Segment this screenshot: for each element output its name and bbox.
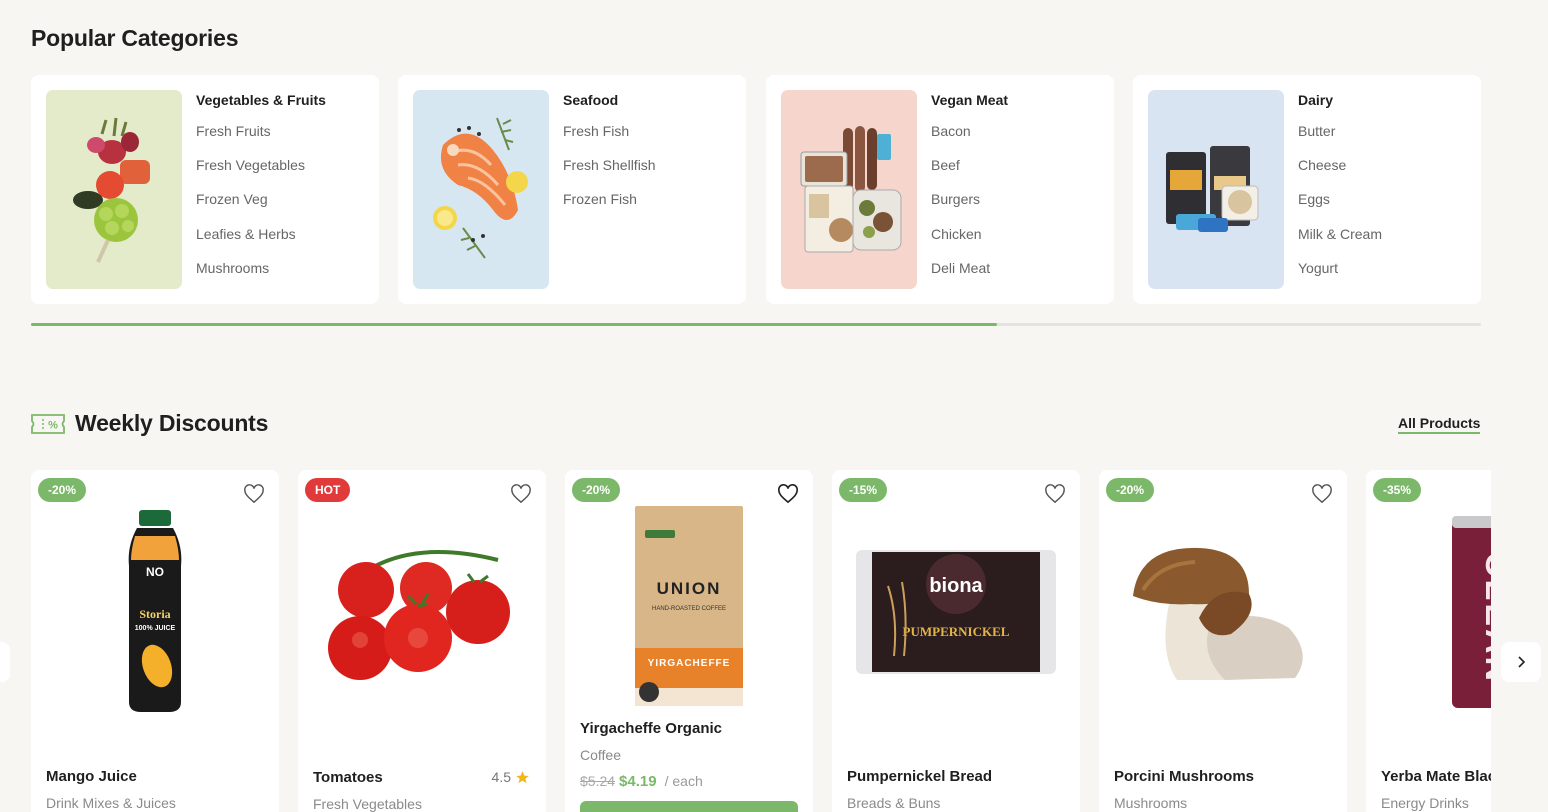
- product-name[interactable]: Pumpernickel Bread: [847, 768, 992, 785]
- tomatoes-image[interactable]: [298, 530, 546, 700]
- subcategory-link[interactable]: Frozen Fish: [563, 191, 656, 225]
- carousel-prev-button[interactable]: [0, 642, 10, 682]
- product-card-mango-juice[interactable]: -20% NO Storia 100% JUICE Mango Juice Dr…: [31, 470, 279, 812]
- subcategory-link[interactable]: Fresh Vegetables: [196, 157, 305, 191]
- chevron-right-icon: [1518, 656, 1526, 668]
- coffee-sub-text: HAND-ROASTED COFFEE: [652, 606, 726, 612]
- product-category: Fresh Vegetables: [313, 796, 422, 812]
- category-name[interactable]: Vegan Meat: [931, 92, 1008, 108]
- subcategory-link[interactable]: Fresh Fish: [563, 123, 656, 157]
- juice-tag-text: 100% JUICE: [135, 625, 176, 632]
- new-price: $4.19: [619, 773, 657, 790]
- subcategory-link[interactable]: Chicken: [931, 226, 990, 260]
- category-card-seafood[interactable]: Seafood Fresh Fish Fresh Shellfish Froze…: [398, 75, 746, 304]
- coffee-bag-image[interactable]: UNION HAND-ROASTED COFFEE YIRGACHEFFE: [565, 504, 813, 706]
- product-name[interactable]: Mango Juice: [46, 768, 137, 785]
- porcini-mushrooms-image[interactable]: [1099, 544, 1347, 684]
- product-name[interactable]: Tomatoes: [313, 769, 383, 786]
- subcategory-link[interactable]: Fresh Fruits: [196, 123, 305, 157]
- product-category: Coffee: [580, 747, 621, 763]
- category-card-vegan-meat[interactable]: Vegan Meat Bacon Beef Burgers Chicken De…: [766, 75, 1114, 304]
- category-card-dairy[interactable]: Dairy Butter Cheese Eggs Milk & Cream Yo…: [1133, 75, 1481, 304]
- svg-text:NO: NO: [146, 565, 164, 579]
- seafood-image[interactable]: [413, 90, 549, 289]
- product-category: Breads & Buns: [847, 795, 941, 811]
- scroll-progress-fill: [31, 323, 997, 326]
- product-card-yerba-mate[interactable]: -35% CLEAN Yerba Mate Black Energy Drink…: [1366, 470, 1491, 812]
- subcategory-link[interactable]: Milk & Cream: [1298, 226, 1382, 260]
- categories-scroll-progress[interactable]: [31, 323, 1481, 326]
- category-name[interactable]: Dairy: [1298, 92, 1333, 108]
- category-name[interactable]: Vegetables & Fruits: [196, 92, 326, 108]
- weekly-discounts-title: Weekly Discounts: [75, 410, 269, 436]
- product-category: Energy Drinks: [1381, 795, 1469, 811]
- discount-badge: -20%: [38, 478, 87, 502]
- all-products-link[interactable]: All Products: [1398, 415, 1481, 434]
- discount-badge: -20%: [572, 478, 621, 502]
- can-brand-text: CLEAN: [1478, 552, 1491, 684]
- category-card-vegetables-fruits[interactable]: Vegetables & Fruits Fresh Fruits Fresh V…: [31, 75, 379, 304]
- discount-badge: -20%: [1106, 478, 1155, 502]
- star-icon: [516, 770, 529, 783]
- heart-icon[interactable]: [1311, 484, 1333, 504]
- mango-juice-image[interactable]: NO Storia 100% JUICE: [31, 506, 279, 716]
- product-category: Mushrooms: [1114, 795, 1188, 811]
- heart-icon[interactable]: [243, 484, 265, 504]
- popular-categories-title: Popular Categories: [31, 25, 239, 51]
- bread-brand-text: biona: [929, 575, 983, 597]
- svg-text:%: %: [48, 420, 58, 432]
- product-name[interactable]: Yirgacheffe Organic: [580, 720, 722, 737]
- old-price: $5.24: [580, 773, 616, 789]
- vegetables-image[interactable]: [46, 90, 182, 289]
- product-card-tomatoes[interactable]: HOT Tomatoes 4.5 Fresh Vegetables: [298, 470, 546, 812]
- heart-icon[interactable]: [777, 484, 799, 504]
- add-to-cart-button[interactable]: [580, 801, 798, 812]
- subcategory-link[interactable]: Bacon: [931, 123, 990, 157]
- subcategory-link[interactable]: Mushrooms: [196, 260, 305, 294]
- subcategory-link[interactable]: Beef: [931, 157, 990, 191]
- price-row: $5.24 $4.19 / each: [580, 773, 703, 790]
- discount-badge: -35%: [1373, 478, 1422, 502]
- category-name[interactable]: Seafood: [563, 92, 618, 108]
- subcategory-link[interactable]: Deli Meat: [931, 260, 990, 294]
- discount-ticket-icon: %: [31, 414, 65, 434]
- product-card-pumpernickel[interactable]: -15% biona PUMPERNICKEL Pumpernickel Bre…: [832, 470, 1080, 812]
- subcategory-link[interactable]: Eggs: [1298, 191, 1382, 225]
- products-carousel: -20% NO Storia 100% JUICE Mango Juice Dr…: [31, 470, 1491, 812]
- subcategory-link[interactable]: Fresh Shellfish: [563, 157, 656, 191]
- subcategory-link[interactable]: Cheese: [1298, 157, 1382, 191]
- rating-value: 4.5: [491, 769, 511, 785]
- discount-badge: -15%: [839, 478, 888, 502]
- juice-brand-text: Storia: [139, 607, 170, 621]
- subcategory-link[interactable]: Burgers: [931, 191, 990, 225]
- heart-icon[interactable]: [510, 484, 532, 504]
- vegan-meat-image[interactable]: [781, 90, 917, 289]
- heart-icon[interactable]: [1044, 484, 1066, 504]
- subcategory-link[interactable]: Butter: [1298, 123, 1382, 157]
- product-card-porcini[interactable]: -20% Porcini Mushrooms Mushrooms: [1099, 470, 1347, 812]
- product-category: Drink Mixes & Juices: [46, 795, 176, 811]
- coffee-brand-text: UNION: [657, 579, 722, 598]
- hot-badge: HOT: [305, 478, 351, 502]
- subcategory-link[interactable]: Frozen Veg: [196, 191, 305, 225]
- bread-name-text: PUMPERNICKEL: [903, 624, 1010, 639]
- coffee-origin-text: YIRGACHEFFE: [648, 658, 731, 669]
- subcategory-link[interactable]: Yogurt: [1298, 260, 1382, 294]
- price-unit: / each: [664, 773, 703, 789]
- product-name[interactable]: Yerba Mate Black: [1381, 768, 1491, 785]
- product-name[interactable]: Porcini Mushrooms: [1114, 768, 1254, 785]
- product-card-yirgacheffe[interactable]: -20% UNION HAND-ROASTED COFFEE YIRGACHEF…: [565, 470, 813, 812]
- subcategory-link[interactable]: Leafies & Herbs: [196, 226, 305, 260]
- carousel-next-button[interactable]: [1501, 642, 1541, 682]
- product-rating: 4.5: [492, 769, 530, 785]
- yerba-mate-can-image[interactable]: CLEAN: [1366, 512, 1491, 712]
- pumpernickel-bread-image[interactable]: biona PUMPERNICKEL: [832, 546, 1080, 678]
- dairy-image[interactable]: [1148, 90, 1284, 289]
